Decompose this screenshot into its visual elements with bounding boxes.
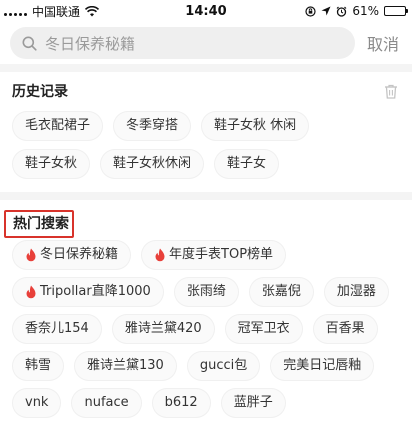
fire-icon (26, 285, 36, 299)
hot-title-highlight: 热门搜索 (4, 210, 74, 238)
history-section: 历史记录 毛衣配裙子 冬季穿搭 鞋子女秋 休闲 鞋子女秋 鞋子女秋休闲 鞋子女 (0, 72, 412, 192)
hot-item[interactable]: 百香果 (312, 314, 378, 344)
hot-item[interactable]: 雅诗兰黛420 (111, 314, 215, 344)
search-row: 冬日保养秘籍 取消 (0, 22, 412, 64)
hot-item[interactable]: 冠军卫衣 (224, 314, 303, 344)
hot-item[interactable]: Tripollar直降1000 (12, 277, 164, 307)
search-placeholder: 冬日保养秘籍 (45, 34, 136, 53)
history-title: 历史记录 (12, 84, 68, 100)
carrier-name: 中国联通 (32, 4, 81, 19)
hot-list: 冬日保养秘籍 年度手表TOP榜单 Tripollar直降1000 张雨绮 张嘉倪… (12, 240, 400, 425)
hot-item[interactable]: 加湿器 (323, 277, 389, 307)
wifi-icon (85, 5, 100, 16)
hot-item[interactable]: vnk (12, 388, 62, 418)
hot-item[interactable]: 蓝胖子 (220, 388, 286, 418)
hot-item[interactable]: 完美日记唇釉 (270, 351, 375, 381)
status-time: 14:40 (185, 3, 227, 19)
hot-item[interactable]: 张嘉倪 (248, 277, 314, 307)
battery-icon (384, 6, 408, 16)
hot-item-label: 冬日保养秘籍 (40, 247, 119, 262)
hot-item[interactable]: 雅诗兰黛130 (74, 351, 177, 381)
status-right: 61% (305, 4, 408, 18)
hot-item[interactable]: 张雨绮 (173, 277, 239, 307)
history-list: 毛衣配裙子 冬季穿搭 鞋子女秋 休闲 鞋子女秋 鞋子女秋休闲 鞋子女 (12, 111, 400, 187)
hot-item[interactable]: nuface (71, 388, 142, 418)
history-item[interactable]: 鞋子女秋休闲 (100, 149, 205, 179)
status-bar: 中国联通 14:40 61% (0, 0, 412, 22)
search-input[interactable]: 冬日保养秘籍 (10, 27, 355, 59)
hot-item[interactable]: 香奈儿154 (12, 314, 102, 344)
hot-item[interactable]: b612 (151, 388, 211, 418)
fire-icon (26, 248, 36, 262)
fire-icon (155, 248, 165, 262)
cancel-button[interactable]: 取消 (367, 31, 399, 55)
hot-item-label: 年度手表TOP榜单 (169, 247, 274, 262)
trash-icon[interactable] (384, 84, 398, 99)
alarm-clock-icon (336, 6, 347, 17)
hot-title: 热门搜索 (13, 216, 69, 232)
hot-search-section: 热门搜索 冬日保养秘籍 年度手表TOP榜单 Tripollar直降1000 张雨… (0, 200, 412, 437)
hot-item[interactable]: gucci包 (186, 351, 261, 381)
search-icon (22, 36, 37, 51)
history-item[interactable]: 鞋子女秋 休闲 (201, 111, 310, 141)
hot-item[interactable]: 年度手表TOP榜单 (141, 240, 287, 270)
history-item[interactable]: 鞋子女 (214, 149, 280, 179)
history-item[interactable]: 冬季穿搭 (113, 111, 192, 141)
rotation-lock-icon (305, 5, 316, 17)
location-icon (321, 6, 331, 16)
history-item[interactable]: 鞋子女秋 (12, 149, 91, 179)
history-item[interactable]: 毛衣配裙子 (12, 111, 104, 141)
hot-item-label: Tripollar直降1000 (40, 284, 151, 299)
battery-percent: 61% (352, 4, 379, 18)
hot-item[interactable]: 韩雪 (12, 351, 65, 381)
status-left: 中国联通 (4, 3, 100, 20)
signal-icon (4, 7, 27, 16)
hot-item[interactable]: 冬日保养秘籍 (12, 240, 132, 270)
